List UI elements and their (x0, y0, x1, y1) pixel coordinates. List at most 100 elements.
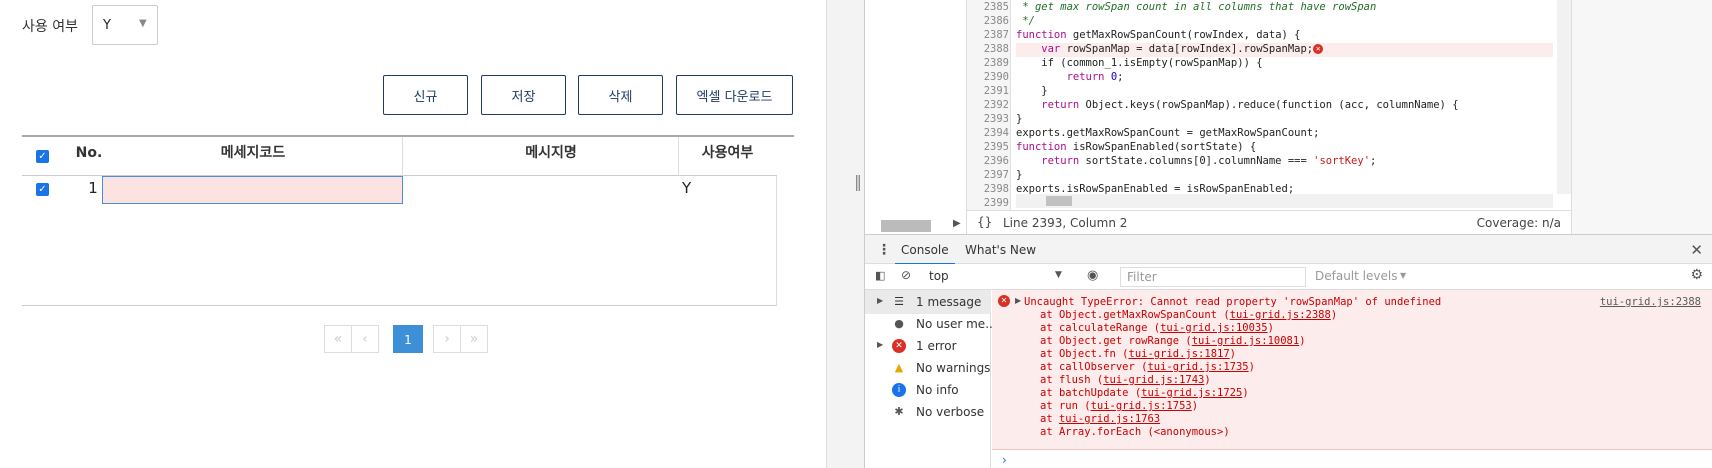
prev-page-button[interactable]: ‹ (351, 325, 379, 353)
first-page-button[interactable]: « (324, 325, 352, 353)
sidebar-toggle-icon[interactable]: ◧ (875, 269, 885, 282)
stack-link[interactable]: tui-grid.js:1753 (1091, 400, 1192, 412)
code-token: return (1016, 99, 1080, 111)
clear-console-icon[interactable]: ⊘ (901, 268, 911, 282)
stack-link[interactable]: tui-grid.js:1817 (1129, 348, 1230, 360)
info-icon: i (892, 383, 906, 397)
code-token: function (1016, 141, 1067, 153)
code-line: return sortState.columns[0].columnName =… (1016, 155, 1553, 169)
use-filter-select[interactable]: Y ▼ (92, 5, 158, 45)
excel-download-button[interactable]: 엑셀 다운로드 (676, 75, 793, 115)
sources-navigator: ▶ (865, 0, 967, 234)
line-number: 2398 (983, 183, 1009, 195)
message-grid: ✓ No. 메세지코드 메시지명 사용여부 ✓ 1 Y (22, 137, 777, 306)
sidebar-item-info[interactable]: i No info (865, 378, 991, 402)
code-line: function isRowSpanEnabled(sortState) { (1016, 141, 1553, 155)
devtools-splitter[interactable]: ‖ (826, 0, 864, 468)
select-all-checkbox[interactable]: ✓ (36, 150, 49, 163)
sidebar-item-verbose[interactable]: ✱ No verbose (865, 400, 991, 424)
console-toolbar: ◧ ⊘ top ▼ ◉ Filter Default levels ▼ ⚙ (865, 264, 1712, 290)
line-number: 2386 (983, 15, 1009, 27)
editor-vertical-scrollbar[interactable] (1557, 0, 1571, 194)
pretty-print-icon[interactable]: {} (977, 215, 992, 229)
eye-icon[interactable]: ◉ (1087, 268, 1098, 283)
resize-grip-icon: ‖ (854, 172, 862, 191)
code-token: var (1016, 43, 1061, 55)
stack-text: at Object.get rowRange ( (1040, 335, 1192, 347)
code-line: function getMaxRowSpanCount(rowIndex, da… (1016, 29, 1553, 43)
stack-link[interactable]: tui-grid.js:2388 (1230, 309, 1331, 321)
stack-link[interactable]: tui-grid.js:10035 (1160, 322, 1267, 334)
error-icon: ✕ (892, 339, 906, 353)
header-message-name[interactable]: 메시지명 (403, 137, 699, 176)
code-token: function (1016, 29, 1067, 41)
stack-text: ) (1204, 374, 1211, 386)
stack-link[interactable]: tui-grid.js:1735 (1147, 361, 1248, 373)
sidebar-item-label: 1 message (916, 295, 982, 309)
row-checkbox[interactable]: ✓ (36, 183, 49, 196)
line-number: 2388 (983, 43, 1009, 55)
save-button[interactable]: 저장 (481, 75, 566, 115)
delete-button[interactable]: 삭제 (578, 75, 663, 115)
use-yn-cell[interactable]: Y (682, 179, 691, 197)
more-tabs-icon[interactable]: ⋮ (877, 235, 891, 265)
editor-horizontal-scrollbar[interactable] (1016, 194, 1553, 208)
stack-link[interactable]: tui-grid.js:1763 (1059, 413, 1160, 425)
code-token: ; (1370, 155, 1377, 167)
console-filter-input[interactable]: Filter (1120, 267, 1306, 287)
context-selector[interactable]: top (929, 269, 949, 283)
gear-icon[interactable]: ⚙ (1690, 267, 1703, 283)
line-number: 2396 (983, 155, 1009, 167)
next-page-button[interactable]: › (433, 325, 461, 353)
line-number: 2393 (983, 113, 1009, 125)
code-line: */ (1016, 15, 1035, 27)
code-token: 'sortKey' (1313, 155, 1371, 167)
code-line: if (common_1.isEmpty(rowSpanMap)) { (1016, 57, 1263, 69)
stack-text: ) (1330, 309, 1338, 321)
code-token: rowSpanMap = data[rowIndex].rowSpanMap; (1060, 43, 1314, 55)
error-marker-icon[interactable]: ✕ (1313, 44, 1324, 54)
line-number: 2387 (983, 29, 1009, 41)
header-message-code[interactable]: 메세지코드 (102, 137, 404, 176)
last-page-button[interactable]: » (460, 325, 488, 353)
log-levels-dropdown[interactable]: Default levels (1315, 269, 1397, 283)
stack-link[interactable]: tui-grid.js:1725 (1141, 387, 1242, 399)
expand-arrow-icon[interactable]: ▶ (877, 340, 883, 349)
use-filter-label: 사용 여부 (22, 19, 78, 35)
stack-text: ) (1229, 348, 1236, 360)
console-prompt[interactable]: › (1002, 453, 1007, 467)
stack-link[interactable]: tui-grid.js:10081 (1192, 335, 1299, 347)
error-source-link[interactable]: tui-grid.js:2388 (1600, 296, 1701, 308)
stack-frame: at Object.get rowRange (tui-grid.js:1008… (1040, 335, 1306, 347)
sidebar-item-user-messages[interactable]: ● No user me... (865, 312, 996, 336)
console-error-message[interactable]: ✕ ▶ Uncaught TypeError: Cannot read prop… (992, 290, 1712, 450)
stack-link[interactable]: tui-grid.js:1743 (1103, 374, 1204, 386)
chevron-down-icon[interactable]: ▼ (1055, 270, 1062, 280)
code-token: return (1016, 155, 1080, 167)
grid-header: ✓ No. 메세지코드 메시지명 사용여부 (22, 137, 777, 176)
warning-icon: ▲ (894, 361, 904, 374)
sidebar-item-messages[interactable]: ▶ ☰ 1 message (865, 290, 991, 314)
console-output: ✕ ▶ Uncaught TypeError: Cannot read prop… (992, 290, 1712, 468)
scroll-thumb[interactable] (1046, 196, 1072, 206)
tab-whats-new[interactable]: What's New (965, 235, 1036, 265)
stack-frame: at calculateRange (tui-grid.js:10035) (1040, 322, 1274, 334)
close-drawer-icon[interactable]: ✕ (1690, 235, 1703, 265)
expand-arrow-icon[interactable]: ▶ (877, 296, 883, 305)
scroll-right-icon[interactable]: ▶ (953, 218, 961, 229)
sidebar-item-warnings[interactable]: ▲ No warnings (865, 356, 991, 380)
source-code-editor[interactable]: * get max rowSpan count in all columns t… (1016, 0, 1553, 194)
tab-console[interactable]: Console (895, 235, 955, 265)
sidebar-item-errors[interactable]: ▶ ✕ 1 error (865, 334, 991, 358)
current-page[interactable]: 1 (393, 325, 423, 353)
code-line: return 0; (1016, 71, 1553, 85)
line-number: 2390 (983, 71, 1009, 83)
expand-arrow-icon[interactable]: ▶ (1015, 296, 1021, 305)
navigator-scrollbar[interactable] (881, 220, 931, 232)
message-code-cell-editing[interactable] (102, 176, 403, 204)
code-token: ; (1117, 71, 1124, 83)
chevron-down-icon[interactable]: ▼ (1400, 271, 1406, 280)
stack-text: ) (1191, 400, 1199, 412)
new-button[interactable]: 신규 (383, 75, 468, 115)
header-use-yn[interactable]: 사용여부 (678, 137, 777, 176)
